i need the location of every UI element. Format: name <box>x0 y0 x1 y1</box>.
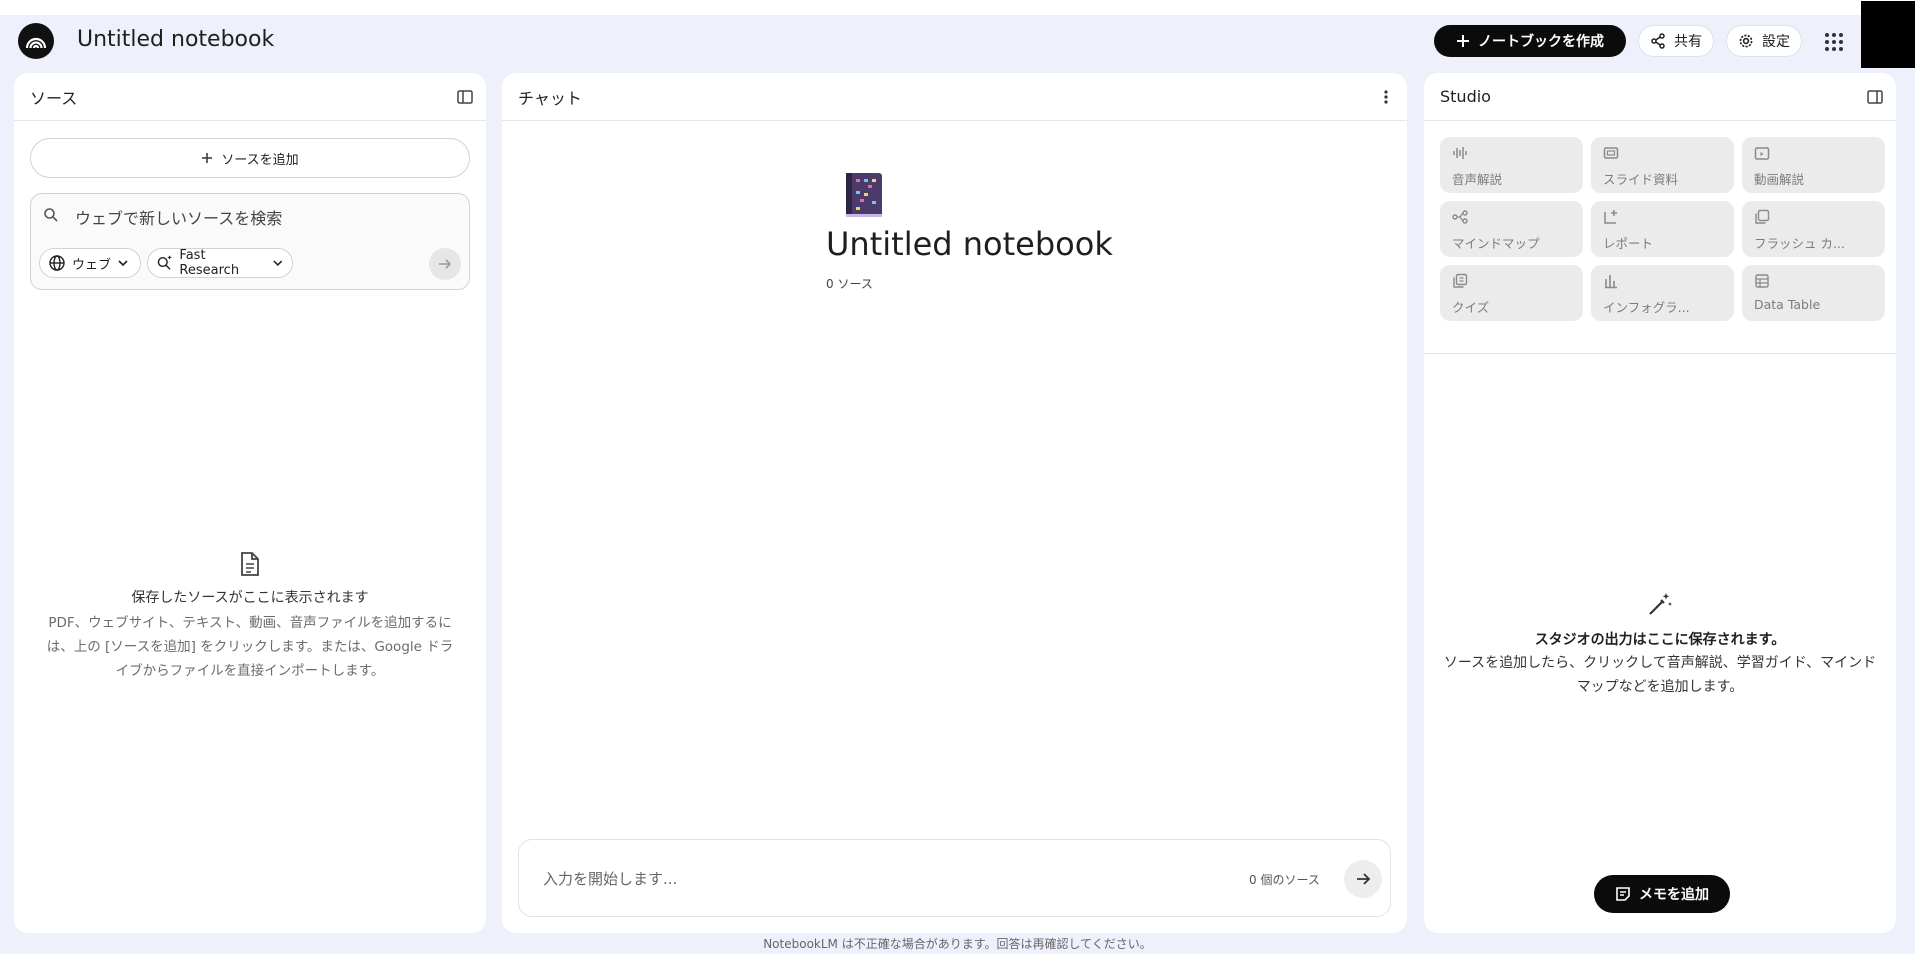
quiz-icon <box>1453 273 1468 288</box>
sources-title: ソース <box>30 88 78 108</box>
create-notebook-button[interactable]: ノートブックを作成 <box>1434 25 1626 57</box>
logo-icon <box>25 37 47 49</box>
studio-title: Studio <box>1440 87 1491 106</box>
top-bar: Untitled notebook ノートブックを作成 共有 設定 <box>0 1 1915 73</box>
table-icon <box>1755 274 1769 288</box>
add-source-button[interactable]: ソースを追加 <box>30 138 470 178</box>
sources-empty-state: 保存したソースがここに表示されます PDF、ウェブサイト、テキスト、動画、音声フ… <box>30 551 470 683</box>
tile-label: 音声解説 <box>1452 172 1503 187</box>
chevron-down-icon <box>273 260 283 267</box>
chat-title: チャット <box>518 88 582 108</box>
video-icon <box>1754 147 1770 160</box>
magic-wand-icon <box>1649 593 1672 615</box>
tile-label: 動画解説 <box>1754 172 1805 187</box>
collapse-panel-icon[interactable] <box>1866 88 1884 106</box>
research-mode-dropdown[interactable]: Fast Research <box>147 248 293 278</box>
studio-tile-quiz[interactable]: クイズ <box>1440 265 1583 321</box>
create-notebook-label: ノートブックを作成 <box>1478 34 1604 50</box>
share-icon <box>1651 33 1665 49</box>
sources-empty-line: PDF、ウェブサイト、テキスト、動画、音声ファイルを追加するに <box>48 615 452 631</box>
sources-empty-description: PDF、ウェブサイト、テキスト、動画、音声ファイルを追加するに は、上の [ソー… <box>30 611 470 683</box>
studio-empty-line: ソースを追加したら、クリックして音声解説、学習ガイド、マインド <box>1443 655 1877 671</box>
settings-label: 設定 <box>1762 34 1790 50</box>
studio-header: Studio <box>1424 73 1896 121</box>
gear-icon <box>1739 34 1753 48</box>
chat-input[interactable] <box>543 867 1183 891</box>
audio-waveform-icon <box>1453 147 1467 159</box>
studio-tile-infographic[interactable]: インフォグラ... <box>1591 265 1734 321</box>
report-icon <box>1604 210 1617 224</box>
add-note-button[interactable]: メモを追加 <box>1594 875 1730 913</box>
chat-notebook-title: Untitled notebook <box>826 225 1113 263</box>
studio-empty-line: マップなどを追加します。 <box>1576 679 1744 695</box>
tile-label: Data Table <box>1754 297 1821 312</box>
search-sparkle-icon <box>157 255 172 270</box>
notebook-emoji-icon <box>846 173 882 217</box>
web-source-dropdown[interactable]: ウェブ <box>39 248 141 278</box>
studio-tile-mind-map[interactable]: マインドマップ <box>1440 201 1583 257</box>
research-chip-label: Fast Research <box>179 248 240 278</box>
add-note-label: メモを追加 <box>1639 887 1709 903</box>
studio-tile-flashcards[interactable]: フラッシュ カ... <box>1742 201 1885 257</box>
sources-empty-line: は、上の [ソースを追加] をクリックします。または、Google ドラ <box>46 639 454 655</box>
send-message-button[interactable] <box>1344 860 1382 898</box>
studio-divider <box>1424 353 1896 354</box>
studio-tile-report[interactable]: レポート <box>1591 201 1734 257</box>
chat-input-box: 0 個のソース <box>518 839 1391 917</box>
studio-tile-video-overview[interactable]: 動画解説 <box>1742 137 1885 193</box>
sources-panel: ソース ソースを追加 ウェブで新しいソースを検索 ウェブ Fast Resear… <box>14 73 486 933</box>
settings-button[interactable]: 設定 <box>1726 25 1802 57</box>
sources-header: ソース <box>14 73 486 121</box>
tile-label: フラッシュ カ... <box>1754 236 1845 251</box>
globe-icon <box>49 255 65 271</box>
chat-intro: Untitled notebook 0 ソース <box>826 171 1113 292</box>
note-icon <box>1616 887 1630 901</box>
arrow-right-icon <box>1357 873 1371 885</box>
tile-label: クイズ <box>1452 300 1490 315</box>
share-label: 共有 <box>1674 34 1702 50</box>
studio-panel: Studio 音声解説 スライド資料 動画解説 マインドマップ レポート フラッ… <box>1424 73 1896 933</box>
submit-search-button[interactable] <box>429 248 461 280</box>
chat-input-source-count: 0 個のソース <box>1249 873 1320 887</box>
tile-label: マインドマップ <box>1452 236 1540 251</box>
plus-icon <box>202 153 213 163</box>
studio-empty-description: ソースを追加したら、クリックして音声解説、学習ガイド、マインド マップなどを追加… <box>1440 651 1880 699</box>
apps-grid-icon[interactable] <box>1822 30 1846 54</box>
mind-map-icon <box>1452 210 1468 224</box>
notebooklm-logo[interactable] <box>18 23 54 59</box>
web-search-box: ウェブ Fast Research <box>30 193 470 290</box>
slides-icon <box>1603 147 1619 159</box>
account-avatar[interactable] <box>1861 1 1915 68</box>
plus-icon <box>1457 35 1469 47</box>
chat-source-count: 0 ソース <box>826 277 873 291</box>
web-chip-label: ウェブ <box>72 257 112 273</box>
studio-empty-state: スタジオの出力はここに保存されます。 ソースを追加したら、クリックして音声解説、… <box>1440 591 1880 699</box>
chat-panel: チャット Untitled notebook 0 ソース 0 個のソース <box>502 73 1407 933</box>
web-search-input[interactable] <box>75 206 435 230</box>
app-root: Untitled notebook ノートブックを作成 共有 設定 ソース ソー… <box>0 1 1915 954</box>
search-icon <box>43 207 59 227</box>
document-icon <box>241 552 259 576</box>
studio-tile-data-table[interactable]: Data Table <box>1742 265 1885 321</box>
studio-tile-slides[interactable]: スライド資料 <box>1591 137 1734 193</box>
more-vert-icon[interactable] <box>1377 88 1395 106</box>
infographic-icon <box>1605 275 1617 289</box>
share-button[interactable]: 共有 <box>1638 25 1714 57</box>
studio-empty-title: スタジオの出力はここに保存されます。 <box>1534 632 1786 648</box>
sources-empty-title: 保存したソースがここに表示されます <box>131 590 369 606</box>
collapse-panel-icon[interactable] <box>456 88 474 106</box>
chat-header: チャット <box>502 73 1407 121</box>
tile-label: レポート <box>1603 236 1654 251</box>
sources-empty-line: イブからファイルを直接インポートします。 <box>115 663 385 679</box>
studio-tools-grid: 音声解説 スライド資料 動画解説 マインドマップ レポート フラッシュ カ...… <box>1440 137 1885 321</box>
chevron-down-icon <box>118 260 128 267</box>
arrow-right-icon <box>439 259 452 269</box>
tile-label: スライド資料 <box>1603 172 1679 187</box>
tile-label: インフォグラ... <box>1603 300 1690 315</box>
studio-tile-audio-overview[interactable]: 音声解説 <box>1440 137 1583 193</box>
flashcards-icon <box>1755 209 1770 224</box>
footer-disclaimer: NotebookLM は不正確な場合があります。回答は再確認してください。 <box>763 937 1152 951</box>
add-source-label: ソースを追加 <box>221 152 299 168</box>
notebook-title[interactable]: Untitled notebook <box>77 27 274 52</box>
